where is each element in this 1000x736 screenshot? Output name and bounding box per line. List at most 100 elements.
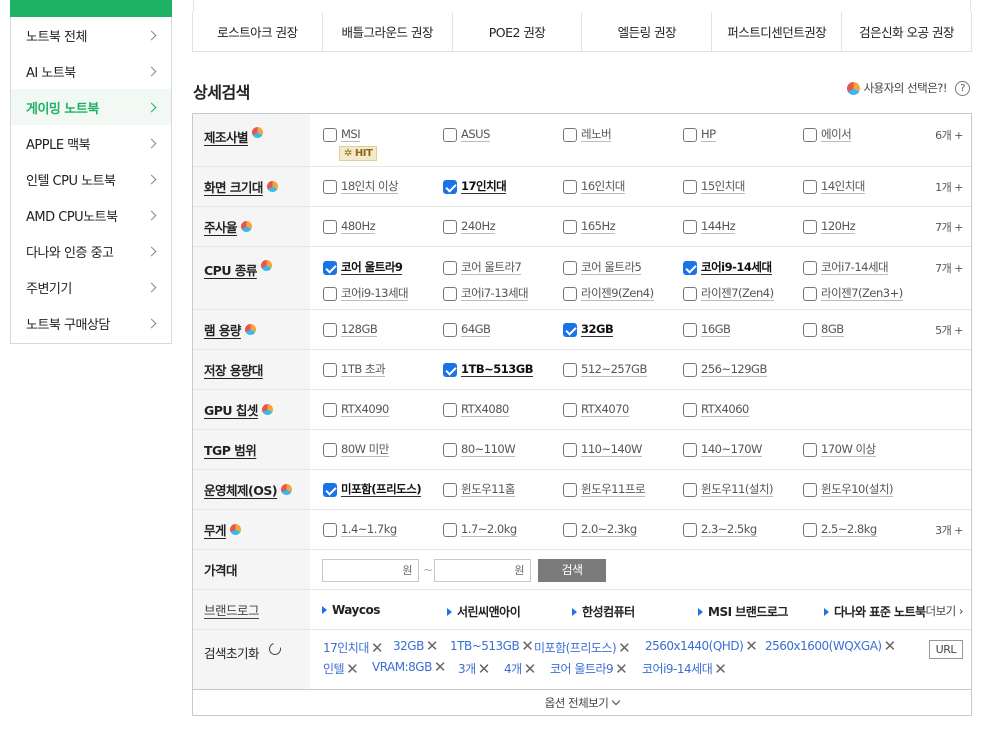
close-icon[interactable]: ✕ [618, 640, 631, 655]
selected-filter-chip[interactable]: 인텔 ✕ [323, 660, 359, 677]
filter-label[interactable]: TGP 범위 [193, 430, 310, 469]
brandlog-link[interactable]: 다나와 표준 노트북 [824, 603, 926, 620]
filter-option[interactable]: HP [683, 127, 716, 142]
filter-option[interactable]: 480Hz [323, 219, 376, 234]
selected-filter-chip[interactable]: 코어i9-14세대 ✕ [642, 660, 727, 677]
filter-label[interactable]: 램 용량 [193, 310, 310, 349]
filter-option[interactable]: 에이서 [803, 127, 852, 142]
filter-option[interactable]: 80~110W [443, 442, 516, 457]
selected-filter-chip[interactable]: 미포함(프리도스) ✕ [534, 639, 631, 656]
sidebar-item[interactable]: 인텔 CPU 노트북 [11, 161, 171, 197]
price-search-button[interactable]: 검색 [538, 559, 606, 582]
checkbox[interactable] [563, 260, 577, 275]
filter-option[interactable]: 윈도우11(설치) [683, 482, 774, 497]
close-icon[interactable]: ✕ [745, 639, 758, 654]
filter-option[interactable]: 64GB [443, 322, 491, 337]
checkbox[interactable] [563, 482, 577, 497]
checkbox[interactable] [803, 522, 817, 537]
selected-filter-chip[interactable]: 2560x1440(QHD) ✕ [645, 639, 758, 654]
filter-option[interactable]: 2.5~2.8kg [803, 522, 877, 537]
filter-option[interactable]: 8GB [803, 322, 844, 337]
sidebar-item[interactable]: AMD CPU노트북 [11, 197, 171, 233]
filter-option[interactable]: 1.4~1.7kg [323, 522, 397, 537]
selected-filter-chip[interactable]: 1TB~513GB ✕ [450, 639, 534, 654]
filter-option[interactable]: 165Hz [563, 219, 616, 234]
checkbox[interactable] [443, 442, 457, 457]
checkbox[interactable] [683, 522, 697, 537]
filter-option[interactable]: RTX4060 [683, 402, 749, 417]
checkbox[interactable] [683, 402, 697, 417]
filter-option[interactable]: 15인치대 [683, 179, 745, 194]
checkbox[interactable] [443, 260, 457, 275]
checkbox[interactable] [683, 482, 697, 497]
filter-option[interactable]: 240Hz [443, 219, 496, 234]
help-icon[interactable]: ? [955, 80, 970, 96]
selected-filter-chip[interactable]: 2560x1600(WQXGA) ✕ [765, 639, 896, 654]
close-icon[interactable]: ✕ [346, 661, 359, 676]
checkbox[interactable] [323, 402, 337, 417]
filter-option[interactable]: 윈도우11프로 [563, 482, 646, 497]
filter-option[interactable]: RTX4080 [443, 402, 509, 417]
close-icon[interactable]: ✕ [615, 661, 628, 676]
checkbox[interactable] [563, 322, 577, 337]
brandlog-link[interactable]: 서린씨앤아이 [447, 603, 521, 620]
game-tab[interactable]: 배틀그라운드 권장 [323, 12, 453, 51]
filter-option[interactable]: 140~170W [683, 442, 762, 457]
filter-option[interactable]: 18인치 이상 [323, 179, 399, 194]
filter-option[interactable]: 170W 이상 [803, 442, 876, 457]
checkbox[interactable] [443, 482, 457, 497]
checkbox[interactable] [683, 219, 697, 234]
close-icon[interactable]: ✕ [521, 639, 534, 654]
checkbox[interactable] [323, 219, 337, 234]
checkbox[interactable] [803, 442, 817, 457]
checkbox[interactable] [563, 442, 577, 457]
close-icon[interactable]: ✕ [371, 640, 384, 655]
game-tab[interactable]: POE2 권장 [453, 12, 583, 51]
checkbox[interactable] [683, 322, 697, 337]
sidebar-item[interactable]: 주변기기 [11, 269, 171, 305]
checkbox[interactable] [683, 442, 697, 457]
sidebar-item[interactable]: 노트북 구매상담 [11, 305, 171, 341]
user-choice-link[interactable]: 사용자의 선택은?! ? [846, 80, 970, 96]
filter-option[interactable]: 코어i7-14세대 [803, 260, 889, 275]
filter-option[interactable]: 17인치대 [443, 179, 507, 194]
selected-filter-chip[interactable]: 17인치대 ✕ [323, 639, 383, 656]
filter-option[interactable]: 코어i7-13세대 [443, 286, 529, 301]
filter-option[interactable]: 코어i9-13세대 [323, 286, 409, 301]
filter-option[interactable]: 코어i9-14세대 [683, 260, 772, 275]
checkbox[interactable] [803, 482, 817, 497]
filter-option[interactable]: 미포함(프리도스) [323, 482, 422, 497]
close-icon[interactable]: ✕ [524, 661, 537, 676]
sidebar-item[interactable]: 노트북 전체 [11, 17, 171, 53]
filter-option[interactable]: RTX4070 [563, 402, 629, 417]
checkbox[interactable] [683, 362, 697, 377]
filter-label[interactable]: 무게 [193, 510, 310, 549]
checkbox[interactable] [443, 322, 457, 337]
filter-option[interactable]: 128GB [323, 322, 378, 337]
game-tab[interactable]: 로스트아크 권장 [193, 12, 323, 51]
checkbox[interactable] [323, 179, 337, 194]
filter-option[interactable]: 1TB~513GB [443, 362, 533, 377]
sidebar-item[interactable]: APPLE 맥북 [11, 125, 171, 161]
more-options-toggle[interactable]: 1개 + [935, 179, 963, 195]
selected-filter-chip[interactable]: 3개 ✕ [458, 660, 490, 677]
filter-option[interactable]: RTX4090 [323, 402, 389, 417]
filter-option[interactable]: 144Hz [683, 219, 736, 234]
filter-option[interactable]: 80W 미만 [323, 442, 389, 457]
search-reset-label[interactable]: 검색초기화 [193, 630, 310, 690]
checkbox[interactable] [443, 179, 457, 194]
close-icon[interactable]: ✕ [478, 661, 491, 676]
brandlog-link[interactable]: 한성컴퓨터 [572, 603, 635, 620]
filter-option[interactable]: 2.0~2.3kg [563, 522, 637, 537]
filter-option[interactable]: 512~257GB [563, 362, 647, 377]
checkbox[interactable] [563, 522, 577, 537]
checkbox[interactable] [683, 179, 697, 194]
checkbox[interactable] [803, 179, 817, 194]
checkbox[interactable] [323, 442, 337, 457]
checkbox[interactable] [563, 362, 577, 377]
checkbox[interactable] [443, 219, 457, 234]
checkbox[interactable] [323, 260, 337, 275]
sidebar-item[interactable]: 다나와 인증 중고 [11, 233, 171, 269]
checkbox[interactable] [683, 127, 697, 142]
checkbox[interactable] [563, 402, 577, 417]
